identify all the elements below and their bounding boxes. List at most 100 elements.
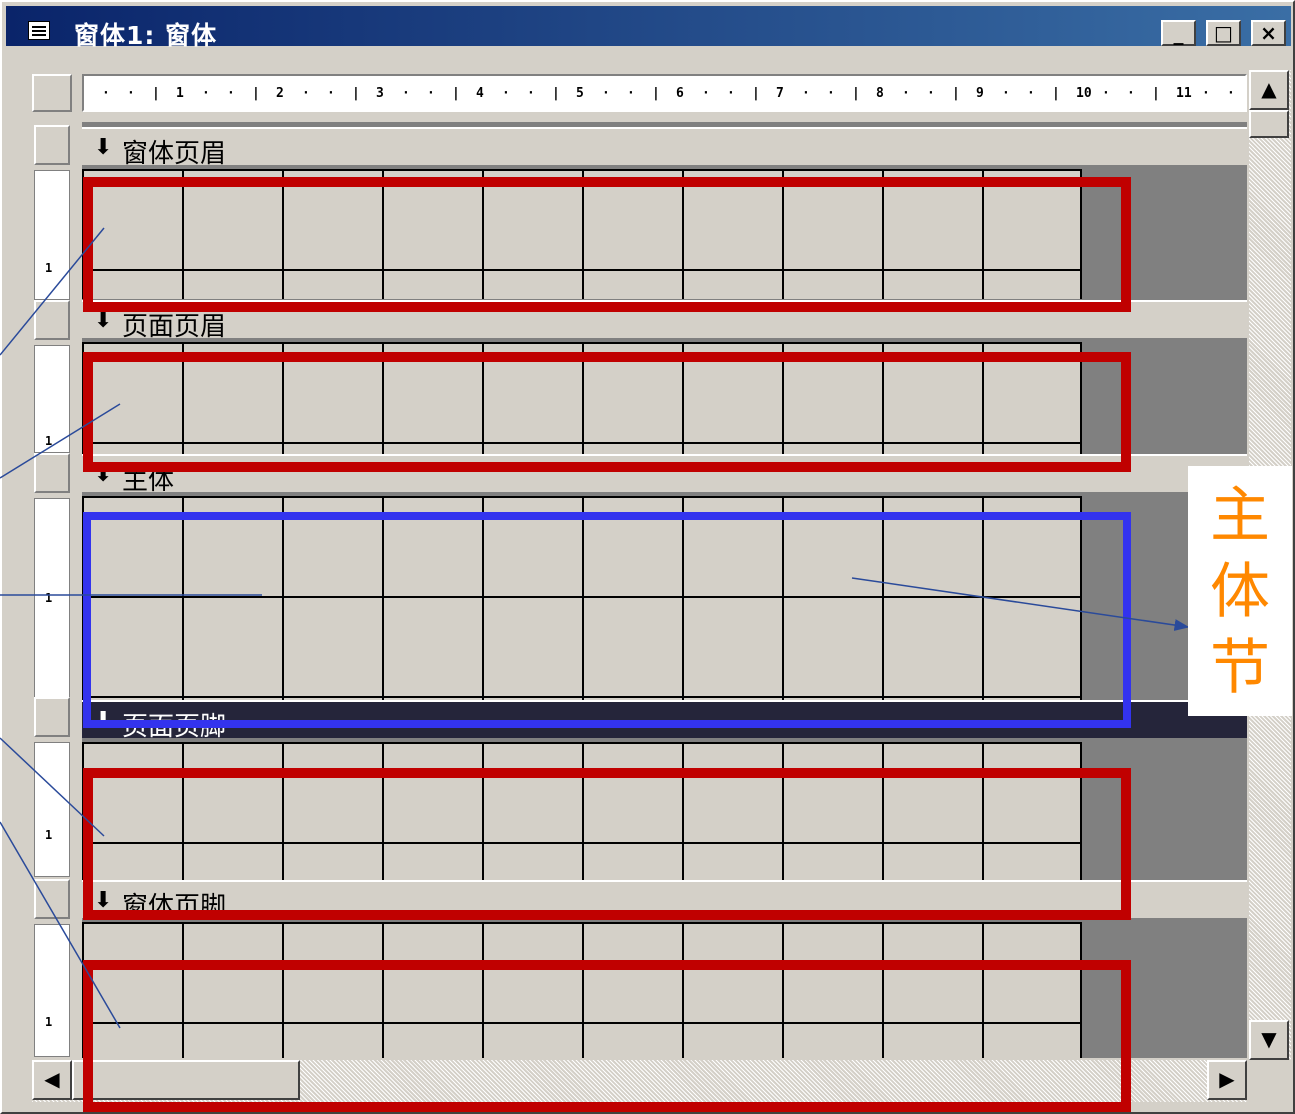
section-arrow-icon: ⬇ bbox=[94, 135, 113, 160]
section-bar-page-header[interactable]: ⬇ 页面页眉 bbox=[82, 300, 1247, 342]
horizontal-scroll-thumb[interactable] bbox=[72, 1060, 300, 1100]
scroll-right-icon[interactable]: ▶ bbox=[1207, 1060, 1247, 1100]
window-title: 窗体1: 窗体 bbox=[74, 21, 218, 50]
hruler-tick: · bbox=[302, 86, 310, 101]
section-arrow-icon: ⬇ bbox=[94, 708, 113, 733]
vertical-scroll-thumb[interactable] bbox=[1249, 110, 1289, 138]
horizontal-ruler[interactable]: 1 2 3 4 5 6 7 8 9 10 11 · · | · · | · · | · · | · · | · · | · · | · · | · · |… bbox=[82, 74, 1247, 112]
hruler-tick: · bbox=[102, 86, 110, 101]
vruler-segment: 1 bbox=[34, 345, 70, 453]
scroll-down-icon[interactable]: ▼ bbox=[1249, 1020, 1289, 1060]
scroll-up-icon[interactable]: ▲ bbox=[1249, 70, 1289, 110]
hruler-mark: 10 bbox=[1076, 86, 1092, 101]
section-bar-page-footer[interactable]: ⬇ 页面页脚 bbox=[82, 700, 1247, 742]
page-footer-grid[interactable] bbox=[82, 742, 1082, 882]
hruler-tick: · bbox=[1102, 86, 1110, 101]
hruler-mark: 5 bbox=[576, 86, 584, 101]
vruler-segment: 1 bbox=[34, 742, 70, 877]
hruler-mark: 8 bbox=[876, 86, 884, 101]
hruler-tick: | bbox=[252, 86, 260, 101]
hruler-tick: · bbox=[527, 86, 535, 101]
hruler-tick: · bbox=[627, 86, 635, 101]
hruler-mark: 3 bbox=[376, 86, 384, 101]
hruler-tick: · bbox=[727, 86, 735, 101]
vruler-mark: 1 bbox=[45, 591, 53, 605]
section-arrow-icon: ⬇ bbox=[94, 462, 113, 487]
form-header-grid[interactable] bbox=[82, 169, 1082, 299]
hruler-tick: · bbox=[1027, 86, 1035, 101]
hruler-tick: · bbox=[1227, 86, 1235, 101]
hruler-tick: · bbox=[902, 86, 910, 101]
horizontal-scrollbar[interactable]: ◀ ▶ bbox=[32, 1060, 1247, 1102]
section-selector-page-header[interactable] bbox=[34, 300, 70, 340]
form-design-window: 窗体1: 窗体 _ □ × 1 2 3 4 5 6 7 8 9 10 11 · · | · · | · · | · · | ·… bbox=[0, 0, 1295, 1114]
hruler-mark: 6 bbox=[676, 86, 684, 101]
hruler-mark: 2 bbox=[276, 86, 284, 101]
section-selector-form-footer[interactable] bbox=[34, 879, 70, 919]
section-bar-form-footer[interactable]: ⬇ 窗体页脚 bbox=[82, 880, 1247, 922]
vruler-mark: 1 bbox=[45, 434, 53, 448]
section-bar-form-header[interactable]: ⬇ 窗体页眉 bbox=[82, 127, 1247, 169]
detail-grid[interactable] bbox=[82, 496, 1082, 700]
title-bar[interactable]: 窗体1: 窗体 _ □ × bbox=[6, 6, 1291, 50]
form-footer-grid[interactable] bbox=[82, 922, 1082, 1058]
vruler-segment: 1 bbox=[34, 170, 70, 300]
section-selector-detail[interactable] bbox=[34, 453, 70, 493]
hruler-tick: | bbox=[1152, 86, 1160, 101]
section-bar-detail[interactable]: ⬇ 主体 bbox=[82, 454, 1247, 496]
section-label: 页面页眉 bbox=[122, 312, 227, 342]
hruler-tick: | bbox=[652, 86, 660, 101]
hruler-tick: · bbox=[802, 86, 810, 101]
page-header-grid[interactable] bbox=[82, 342, 1082, 454]
scroll-left-icon[interactable]: ◀ bbox=[32, 1060, 72, 1100]
hruler-tick: · bbox=[602, 86, 610, 101]
vruler-mark: 1 bbox=[45, 828, 53, 842]
hruler-tick: | bbox=[1052, 86, 1060, 101]
hruler-tick: · bbox=[702, 86, 710, 101]
hruler-mark: 11 bbox=[1176, 86, 1192, 101]
form-selector[interactable] bbox=[32, 74, 72, 112]
vertical-ruler[interactable]: 1 1 1 1 1 bbox=[32, 117, 72, 1057]
close-button[interactable]: × bbox=[1251, 20, 1286, 46]
form-icon[interactable] bbox=[28, 21, 50, 40]
hruler-tick: | bbox=[552, 86, 560, 101]
section-label: 窗体页脚 bbox=[122, 892, 227, 922]
hruler-tick: · bbox=[1202, 86, 1210, 101]
section-selector-form-header[interactable] bbox=[34, 125, 70, 165]
vruler-segment: 1 bbox=[34, 498, 70, 698]
maximize-button[interactable]: □ bbox=[1206, 20, 1241, 46]
hruler-tick: | bbox=[152, 86, 160, 101]
hruler-mark: 7 bbox=[776, 86, 784, 101]
hruler-tick: | bbox=[852, 86, 860, 101]
section-label: 主体 bbox=[122, 466, 175, 496]
section-arrow-icon: ⬇ bbox=[94, 308, 113, 333]
hruler-tick: · bbox=[202, 86, 210, 101]
hruler-tick: · bbox=[127, 86, 135, 101]
hruler-tick: | bbox=[352, 86, 360, 101]
hruler-tick: · bbox=[327, 86, 335, 101]
vruler-mark: 1 bbox=[45, 1015, 53, 1029]
hruler-mark: 9 bbox=[976, 86, 984, 101]
hruler-tick: | bbox=[752, 86, 760, 101]
detail-section-annotation: 主体节 bbox=[1188, 466, 1292, 716]
hruler-tick: · bbox=[402, 86, 410, 101]
hruler-tick: · bbox=[427, 86, 435, 101]
hruler-tick: · bbox=[227, 86, 235, 101]
hruler-tick: · bbox=[927, 86, 935, 101]
section-arrow-icon: ⬇ bbox=[94, 888, 113, 913]
vruler-segment: 1 bbox=[34, 924, 70, 1057]
vruler-mark: 1 bbox=[45, 261, 53, 275]
section-label: 页面页脚 bbox=[122, 712, 227, 742]
design-canvas[interactable]: ⬇ 窗体页眉 ⬇ 页面页眉 ⬇ 主体 ⬇ 页面页脚 ⬇ 窗体页脚 bbox=[82, 122, 1247, 1058]
minimize-button[interactable]: _ bbox=[1161, 20, 1196, 46]
hruler-mark: 1 bbox=[176, 86, 184, 101]
hruler-tick: | bbox=[952, 86, 960, 101]
section-selector-page-footer[interactable] bbox=[34, 697, 70, 737]
hruler-mark: 4 bbox=[476, 86, 484, 101]
hruler-tick: · bbox=[502, 86, 510, 101]
hruler-tick: · bbox=[827, 86, 835, 101]
hruler-tick: | bbox=[452, 86, 460, 101]
hruler-tick: · bbox=[1127, 86, 1135, 101]
section-label: 窗体页眉 bbox=[122, 139, 227, 169]
hruler-tick: · bbox=[1002, 86, 1010, 101]
